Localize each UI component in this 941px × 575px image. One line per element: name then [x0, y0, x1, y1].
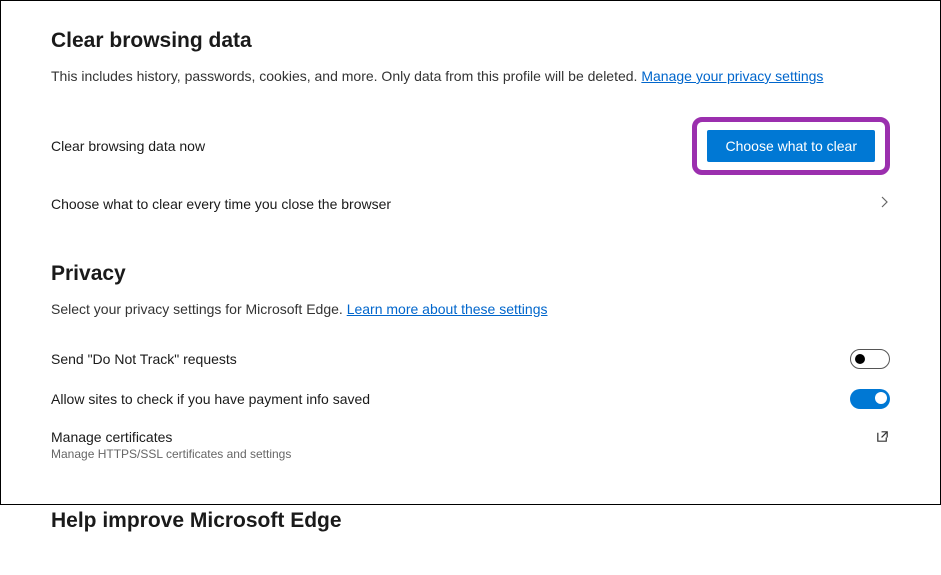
privacy-desc-text: Select your privacy settings for Microso…	[51, 301, 347, 317]
certificates-row[interactable]: Manage certificates Manage HTTPS/SSL cer…	[51, 419, 890, 471]
payment-info-row: Allow sites to check if you have payment…	[51, 379, 890, 419]
privacy-title: Privacy	[51, 262, 890, 286]
highlight-annotation: Choose what to clear	[692, 117, 890, 175]
clear-now-label: Clear browsing data now	[51, 138, 692, 154]
privacy-description: Select your privacy settings for Microso…	[51, 300, 890, 320]
chevron-right-icon	[880, 195, 890, 214]
certificates-label: Manage certificates	[51, 429, 875, 445]
clear-data-description: This includes history, passwords, cookie…	[51, 67, 890, 87]
choose-what-to-clear-button[interactable]: Choose what to clear	[707, 130, 875, 162]
clear-on-close-label: Choose what to clear every time you clos…	[51, 196, 880, 212]
do-not-track-row: Send "Do Not Track" requests	[51, 339, 890, 379]
help-improve-title: Help improve Microsoft Edge	[51, 509, 890, 533]
certificates-sublabel: Manage HTTPS/SSL certificates and settin…	[51, 447, 875, 461]
manage-privacy-link[interactable]: Manage your privacy settings	[641, 68, 823, 84]
learn-more-privacy-link[interactable]: Learn more about these settings	[347, 301, 548, 317]
external-link-icon	[875, 429, 890, 449]
do-not-track-toggle[interactable]	[850, 349, 890, 369]
clear-data-desc-text: This includes history, passwords, cookie…	[51, 68, 641, 84]
do-not-track-label: Send "Do Not Track" requests	[51, 351, 850, 367]
clear-on-close-row[interactable]: Choose what to clear every time you clos…	[51, 185, 890, 224]
payment-info-label: Allow sites to check if you have payment…	[51, 391, 850, 407]
clear-now-row: Clear browsing data now Choose what to c…	[51, 107, 890, 185]
payment-info-toggle[interactable]	[850, 389, 890, 409]
clear-data-title: Clear browsing data	[51, 29, 890, 53]
